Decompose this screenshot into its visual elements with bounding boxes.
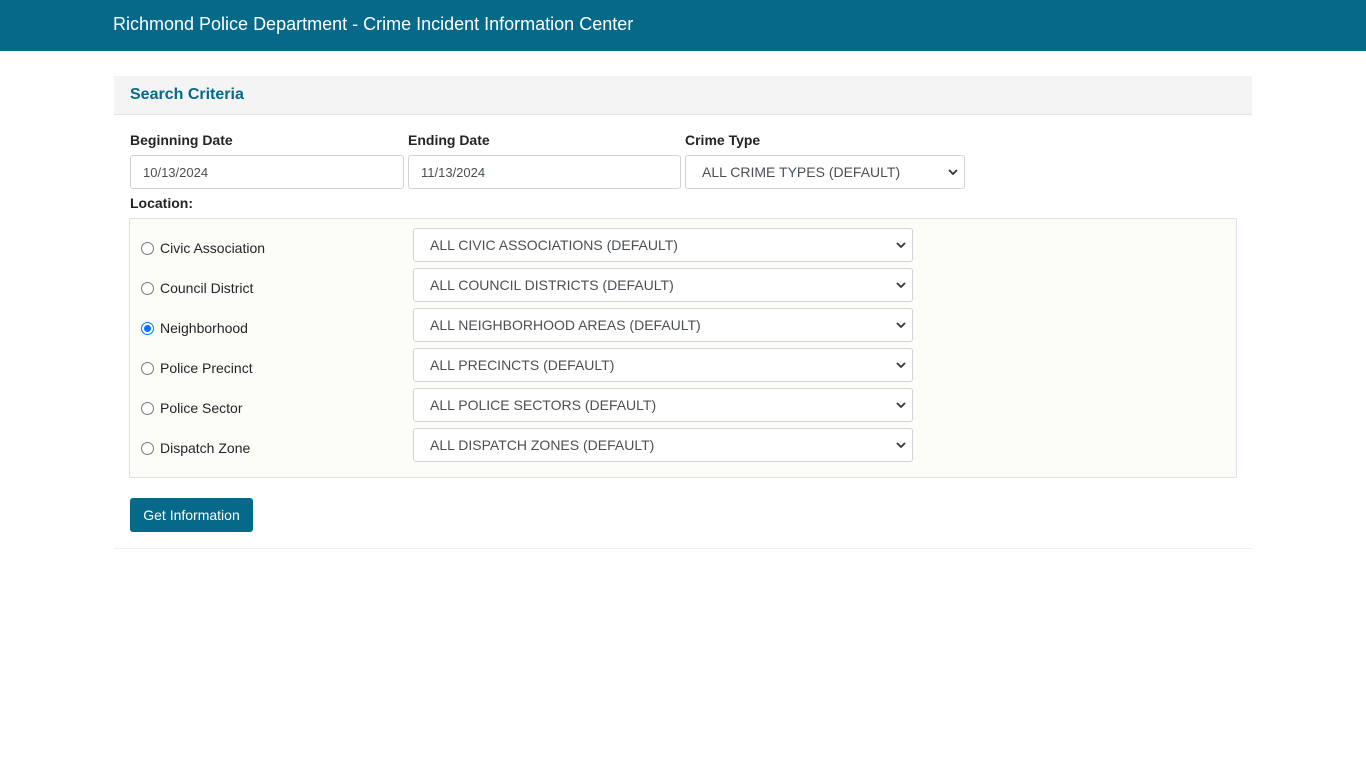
radio-civic-association[interactable] [141, 242, 154, 255]
crime-type-label: Crime Type [685, 132, 761, 148]
police-sector-selected-value: ALL POLICE SECTORS (DEFAULT) [430, 397, 657, 413]
civic-association-selected-value: ALL CIVIC ASSOCIATIONS (DEFAULT) [430, 237, 678, 253]
site-title: Richmond Police Department - Crime Incid… [113, 14, 634, 34]
dispatch-zone-select[interactable]: ALL DISPATCH ZONES (DEFAULT) [413, 428, 913, 462]
police-sector-select[interactable]: ALL POLICE SECTORS (DEFAULT) [413, 388, 913, 422]
police-precinct-label[interactable]: Police Precinct [160, 360, 253, 376]
crime-type-selected-value: ALL CRIME TYPES (DEFAULT) [702, 164, 901, 180]
police-precinct-selected-value: ALL PRECINCTS (DEFAULT) [430, 357, 615, 373]
chevron-down-icon [896, 242, 906, 249]
card-title: Search Criteria [130, 86, 244, 103]
ending-date-label: Ending Date [408, 132, 490, 148]
chevron-down-icon [896, 442, 906, 449]
location-panel: Civic Association ALL CIVIC ASSOCIATIONS… [129, 218, 1237, 478]
ending-date-input[interactable] [408, 155, 681, 189]
civic-association-label[interactable]: Civic Association [160, 240, 265, 256]
council-district-label[interactable]: Council District [160, 280, 253, 296]
dispatch-zone-selected-value: ALL DISPATCH ZONES (DEFAULT) [430, 437, 655, 453]
neighborhood-label[interactable]: Neighborhood [160, 320, 248, 336]
radio-neighborhood[interactable] [141, 322, 154, 335]
radio-police-precinct[interactable] [141, 362, 154, 375]
chevron-down-icon [948, 169, 958, 176]
beginning-date-input[interactable] [130, 155, 404, 189]
beginning-date-label: Beginning Date [130, 132, 233, 148]
chevron-down-icon [896, 282, 906, 289]
radio-council-district[interactable] [141, 282, 154, 295]
get-information-button[interactable]: Get Information [130, 498, 253, 532]
chevron-down-icon [896, 402, 906, 409]
radio-dispatch-zone[interactable] [141, 442, 154, 455]
radio-police-sector[interactable] [141, 402, 154, 415]
council-district-select[interactable]: ALL COUNCIL DISTRICTS (DEFAULT) [413, 268, 913, 302]
location-label: Location: [130, 195, 193, 211]
chevron-down-icon [896, 362, 906, 369]
neighborhood-selected-value: ALL NEIGHBORHOOD AREAS (DEFAULT) [430, 317, 701, 333]
police-precinct-select[interactable]: ALL PRECINCTS (DEFAULT) [413, 348, 913, 382]
council-district-selected-value: ALL COUNCIL DISTRICTS (DEFAULT) [430, 277, 674, 293]
dispatch-zone-label[interactable]: Dispatch Zone [160, 440, 250, 456]
crime-type-select[interactable]: ALL CRIME TYPES (DEFAULT) [685, 155, 965, 189]
search-criteria-card: Search Criteria Beginning Date Ending Da… [114, 76, 1252, 549]
top-banner: Richmond Police Department - Crime Incid… [0, 0, 1366, 51]
card-header: Search Criteria [114, 76, 1252, 115]
police-sector-label[interactable]: Police Sector [160, 400, 242, 416]
civic-association-select[interactable]: ALL CIVIC ASSOCIATIONS (DEFAULT) [413, 228, 913, 262]
neighborhood-select[interactable]: ALL NEIGHBORHOOD AREAS (DEFAULT) [413, 308, 913, 342]
chevron-down-icon [896, 322, 906, 329]
